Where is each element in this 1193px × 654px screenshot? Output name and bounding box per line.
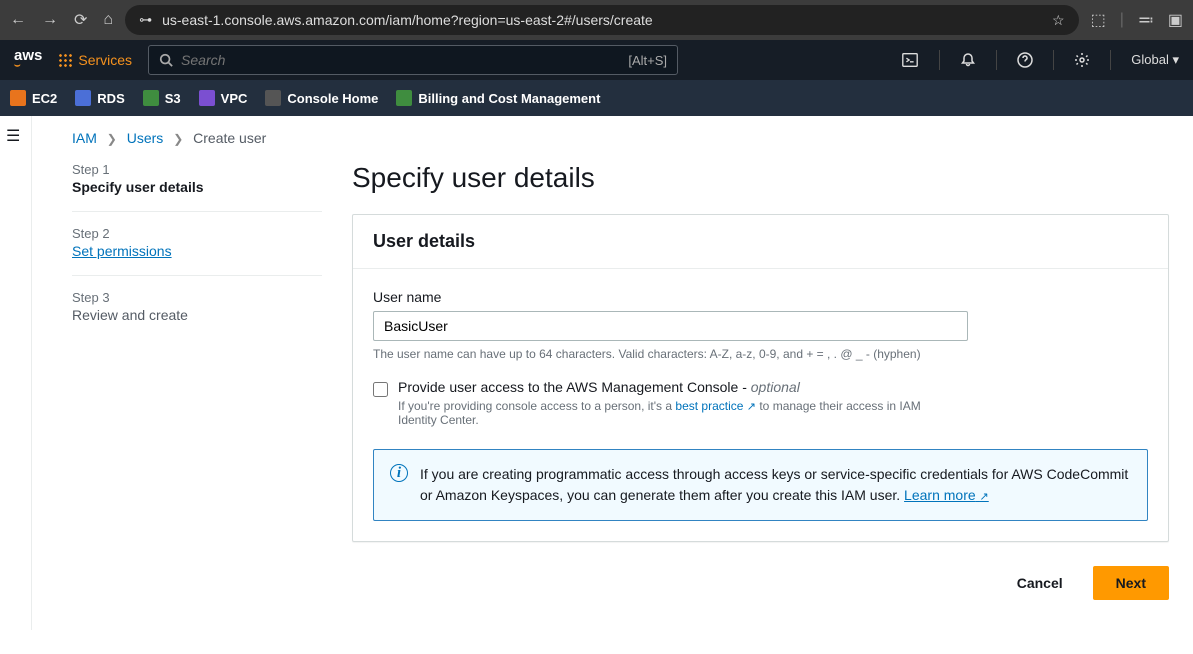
chevron-right-icon: ❯ (173, 132, 183, 146)
breadcrumb: IAM ❯ Users ❯ Create user (72, 130, 1169, 146)
rds-icon (75, 90, 91, 106)
breadcrumb-iam[interactable]: IAM (72, 130, 97, 146)
console-access-label: Provide user access to the AWS Managemen… (398, 379, 958, 395)
svc-vpc[interactable]: VPC (199, 90, 248, 106)
settings-icon[interactable] (1074, 52, 1090, 68)
step-2-link[interactable]: Set permissions (72, 243, 172, 259)
best-practice-link[interactable]: best practice ↗ (675, 399, 756, 413)
services-grid-icon (58, 53, 72, 67)
url-bar[interactable]: ⊶ us-east-1.console.aws.amazon.com/iam/h… (125, 5, 1079, 35)
step-2-num: Step 2 (72, 226, 322, 241)
step-2: Step 2 Set permissions (72, 226, 322, 276)
svc-rds[interactable]: RDS (75, 90, 124, 106)
help-icon[interactable] (1017, 52, 1033, 68)
console-access-hint: If you're providing console access to a … (398, 399, 958, 427)
info-text: If you are creating programmatic access … (420, 464, 1131, 506)
back-icon[interactable]: ← (10, 11, 26, 29)
reload-icon[interactable]: ⟳ (74, 10, 87, 30)
svc-billing[interactable]: Billing and Cost Management (396, 90, 600, 106)
svc-s3[interactable]: S3 (143, 90, 181, 106)
username-hint: The user name can have up to 64 characte… (373, 347, 1148, 361)
side-panel-collapsed: ☰ (0, 116, 32, 630)
panel-header: User details (353, 215, 1168, 269)
aws-logo[interactable]: aws⌣ (14, 50, 42, 70)
billing-icon (396, 90, 412, 106)
breadcrumb-current: Create user (193, 130, 266, 146)
s3-icon (143, 90, 159, 106)
step-3-num: Step 3 (72, 290, 322, 305)
wizard-steps: Step 1 Specify user details Step 2 Set p… (72, 162, 322, 600)
chevron-right-icon: ❯ (107, 132, 117, 146)
console-access-checkbox[interactable] (373, 382, 388, 397)
sidepanel-icon[interactable]: ▣ (1168, 10, 1183, 30)
star-icon[interactable]: ☆ (1052, 12, 1065, 29)
user-details-panel: User details User name The user name can… (352, 214, 1169, 542)
cloudshell-icon[interactable] (901, 51, 919, 69)
step-1-title: Specify user details (72, 179, 322, 195)
svc-console-home[interactable]: Console Home (265, 90, 378, 106)
service-shortcuts-bar: EC2 RDS S3 VPC Console Home Billing and … (0, 80, 1193, 116)
next-button[interactable]: Next (1093, 566, 1169, 600)
browser-toolbar: ← → ⟳ ⌂ ⊶ us-east-1.console.aws.amazon.c… (0, 0, 1193, 40)
reading-list-icon[interactable]: ≕ (1138, 10, 1154, 30)
username-input[interactable] (373, 311, 968, 341)
notifications-icon[interactable] (960, 52, 976, 68)
aws-search[interactable]: [Alt+S] (148, 45, 678, 75)
step-1-num: Step 1 (72, 162, 322, 177)
cancel-button[interactable]: Cancel (999, 566, 1081, 600)
aws-top-nav: aws⌣ Services [Alt+S] Global ▾ (0, 40, 1193, 80)
search-icon (159, 53, 173, 67)
info-alert: i If you are creating programmatic acces… (373, 449, 1148, 521)
ec2-icon (10, 90, 26, 106)
step-3: Step 3 Review and create (72, 290, 322, 339)
region-selector[interactable]: Global ▾ (1131, 52, 1179, 68)
hamburger-icon[interactable]: ☰ (6, 128, 20, 145)
console-home-icon (265, 90, 281, 106)
external-link-icon: ↗ (747, 401, 756, 413)
username-label: User name (373, 289, 1148, 305)
breadcrumb-users[interactable]: Users (127, 130, 164, 146)
site-controls-icon: ⊶ (139, 12, 152, 28)
search-input[interactable] (181, 52, 628, 68)
vpc-icon (199, 90, 215, 106)
main-layout: ☰ IAM ❯ Users ❯ Create user Step 1 Speci… (0, 116, 1193, 630)
learn-more-link[interactable]: Learn more ↗ (904, 487, 989, 503)
wizard-actions: Cancel Next (352, 566, 1169, 600)
info-icon: i (390, 464, 408, 482)
step-3-title: Review and create (72, 307, 322, 323)
services-menu[interactable]: Services (58, 52, 132, 68)
home-icon[interactable]: ⌂ (103, 11, 113, 29)
search-shortcut: [Alt+S] (628, 53, 667, 68)
step-1: Step 1 Specify user details (72, 162, 322, 212)
page-title: Specify user details (352, 162, 1169, 194)
extensions-icon[interactable]: ⬚ (1091, 10, 1106, 30)
external-link-icon: ↗ (980, 491, 989, 503)
svc-ec2[interactable]: EC2 (10, 90, 57, 106)
url-text: us-east-1.console.aws.amazon.com/iam/hom… (162, 12, 653, 28)
forward-icon[interactable]: → (42, 11, 58, 29)
